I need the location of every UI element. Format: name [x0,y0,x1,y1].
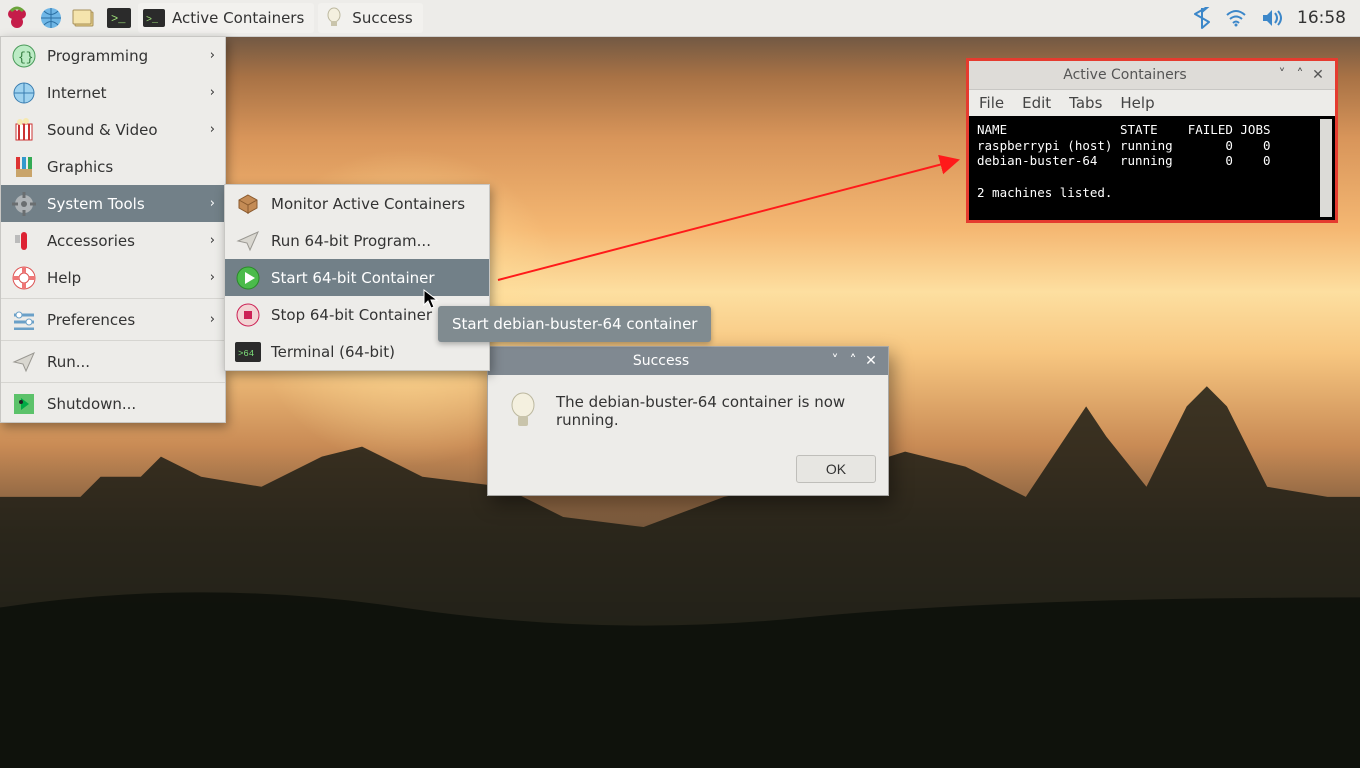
close-icon[interactable]: ✕ [862,353,880,369]
app-menu-button[interactable] [3,4,31,32]
terminal-64-icon: >64 [235,339,261,365]
maximize-icon[interactable]: ˄ [844,353,862,369]
app-menu-main: {} Programming› Internet› Sound & Video›… [0,36,226,423]
menu-item-graphics[interactable]: Graphics [1,148,225,185]
menu-separator [1,382,225,383]
taskbar-button-success[interactable]: Success [318,3,422,33]
paperplane-icon [11,349,37,375]
menu-item-shutdown[interactable]: Shutdown... [1,385,225,422]
exit-icon [11,391,37,417]
menu-item-internet[interactable]: Internet› [1,74,225,111]
dialog-message: The debian-buster-64 container is now ru… [556,393,870,429]
file-manager-launcher[interactable] [71,4,99,32]
chevron-right-icon: › [210,48,215,63]
svg-text:{}: {} [18,50,34,65]
window-titlebar[interactable]: Active Containers ˅ ˄ ✕ [969,61,1335,90]
taskbar-button-active-containers[interactable]: >_ Active Containers [138,3,314,33]
menu-tabs[interactable]: Tabs [1069,94,1102,112]
close-icon[interactable]: ✕ [1309,67,1327,83]
terminal-output[interactable]: NAME STATE FAILED JOBS raspberrypi (host… [969,116,1335,220]
system-tray: 16:58 [1193,7,1360,29]
knife-icon [11,228,37,254]
dialog-titlebar[interactable]: Success ˅ ˄ ✕ [488,347,888,375]
code-icon: {} [11,43,37,69]
stop-icon [235,302,261,328]
lifebuoy-icon [11,265,37,291]
brush-icon [11,154,37,180]
svg-text:>_: >_ [146,15,159,26]
popcorn-icon [11,117,37,143]
svg-text:>_: >_ [111,12,126,26]
window-title: Active Containers [977,67,1273,83]
play-icon [235,265,261,291]
window-active-containers: Active Containers ˅ ˄ ✕ File Edit Tabs H… [966,58,1338,223]
lightbulb-icon [506,391,540,431]
menu-item-programming[interactable]: {} Programming› [1,37,225,74]
gear-icon [11,191,37,217]
web-browser-launcher[interactable] [37,4,65,32]
top-panel: >_ >_ Active Containers Success 16:58 [0,0,1360,37]
ok-button[interactable]: OK [796,455,876,483]
maximize-icon[interactable]: ˄ [1291,67,1309,83]
menu-item-accessories[interactable]: Accessories› [1,222,225,259]
dialog-title: Success [496,353,826,369]
menu-file[interactable]: File [979,94,1004,112]
terminal-launcher[interactable]: >_ [105,4,133,32]
menu-item-help[interactable]: Help› [1,259,225,296]
bluetooth-icon[interactable] [1193,7,1211,29]
menu-item-monitor-containers[interactable]: Monitor Active Containers [225,185,489,222]
clock[interactable]: 16:58 [1297,8,1346,28]
menu-item-run-64bit[interactable]: Run 64-bit Program... [225,222,489,259]
app-menu-system-tools: Monitor Active Containers Run 64-bit Pro… [224,184,490,371]
volume-icon[interactable] [1261,9,1283,27]
menu-edit[interactable]: Edit [1022,94,1051,112]
menu-separator [1,298,225,299]
window-menubar: File Edit Tabs Help [969,90,1335,116]
box-icon [235,191,261,217]
menu-item-system-tools[interactable]: System Tools› [1,185,225,222]
chevron-right-icon: › [210,312,215,327]
globe-icon [11,80,37,106]
chevron-right-icon: › [210,122,215,137]
minimize-icon[interactable]: ˅ [826,353,844,369]
menu-item-start-64bit-container[interactable]: Start 64-bit Container [225,259,489,296]
dialog-success: Success ˅ ˄ ✕ The debian-buster-64 conta… [487,346,889,496]
chevron-right-icon: › [210,85,215,100]
sliders-icon [11,307,37,333]
menu-separator [1,340,225,341]
chevron-right-icon: › [210,270,215,285]
paperplane-icon [235,228,261,254]
chevron-right-icon: › [210,233,215,248]
taskbar-label: Active Containers [172,9,304,27]
taskbar-label: Success [352,9,412,27]
scrollbar[interactable] [1320,119,1332,217]
chevron-right-icon: › [210,196,215,211]
wifi-icon[interactable] [1225,9,1247,27]
minimize-icon[interactable]: ˅ [1273,67,1291,83]
tooltip: Start debian-buster-64 container [438,306,711,342]
menu-item-run[interactable]: Run... [1,343,225,380]
menu-help[interactable]: Help [1120,94,1154,112]
menu-item-preferences[interactable]: Preferences› [1,301,225,338]
lightbulb-icon [322,6,346,30]
menu-item-sound-video[interactable]: Sound & Video› [1,111,225,148]
svg-text:>64: >64 [238,349,254,359]
